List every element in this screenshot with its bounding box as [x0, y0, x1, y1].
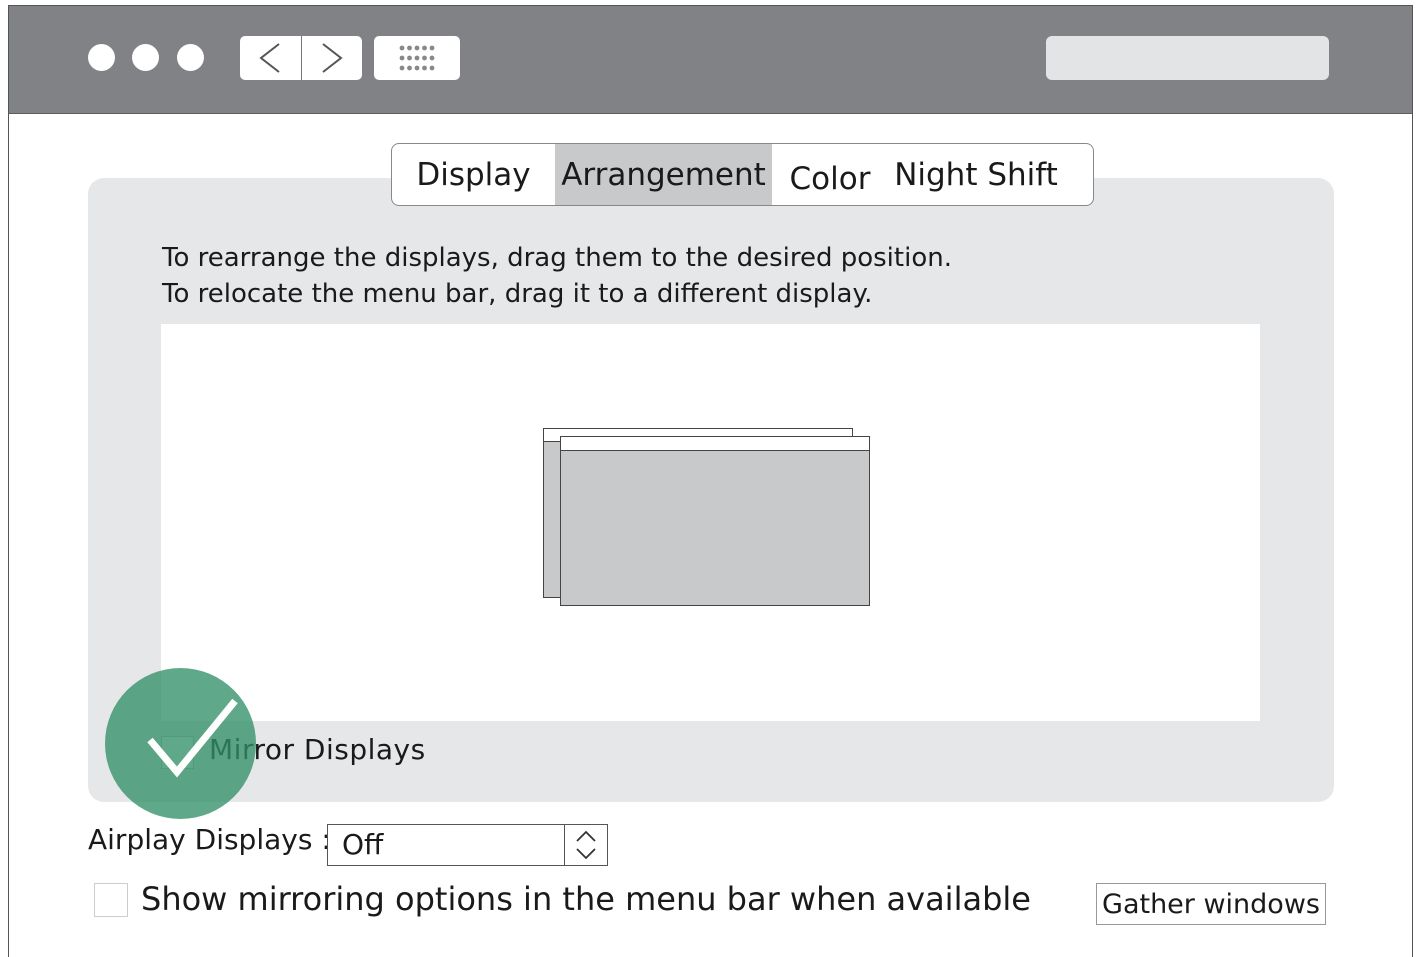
- back-button[interactable]: [240, 36, 301, 80]
- zoom-icon[interactable]: [177, 44, 204, 71]
- search-field[interactable]: [1046, 36, 1329, 80]
- show-mirroring-label: Show mirroring options in the menu bar w…: [141, 880, 1031, 918]
- instructions: To rearrange the displays, drag them to …: [162, 240, 952, 312]
- tab-night-shift[interactable]: Night Shift: [886, 144, 1066, 205]
- close-icon[interactable]: [88, 44, 115, 71]
- show-mirroring-checkbox[interactable]: [94, 883, 128, 917]
- tab-arrangement[interactable]: Arrangement: [555, 144, 772, 205]
- tab-color[interactable]: Color: [774, 144, 886, 205]
- instruction-line-2: To relocate the menu bar, drag it to a d…: [162, 279, 873, 309]
- minimize-icon[interactable]: [132, 44, 159, 71]
- airplay-selected-value: Off: [342, 828, 384, 861]
- tab-bar: Display Arrangement Color Night Shift: [391, 143, 1094, 206]
- airplay-displays-select[interactable]: Off: [327, 824, 608, 866]
- show-all-button[interactable]: [374, 36, 460, 80]
- nav-buttons: [240, 36, 362, 80]
- chevron-left-icon: [259, 43, 280, 73]
- display-arrangement-area: [161, 324, 1260, 721]
- display-thumbnail-main[interactable]: [560, 436, 870, 606]
- gather-windows-button[interactable]: Gather windows: [1096, 883, 1326, 925]
- checked-badge: [105, 668, 256, 819]
- checkmark-icon: [147, 698, 238, 778]
- title-bar: [9, 6, 1412, 114]
- airplay-displays-label: Airplay Displays :: [88, 823, 331, 856]
- menu-bar-indicator[interactable]: [561, 437, 869, 451]
- chevron-right-icon: [322, 43, 343, 73]
- select-stepper[interactable]: [564, 825, 607, 865]
- instruction-line-1: To rearrange the displays, drag them to …: [162, 243, 952, 273]
- tab-display[interactable]: Display: [392, 144, 555, 205]
- forward-button[interactable]: [300, 36, 363, 80]
- up-down-arrows-icon: [576, 830, 596, 860]
- grid-dots-icon: [399, 45, 435, 71]
